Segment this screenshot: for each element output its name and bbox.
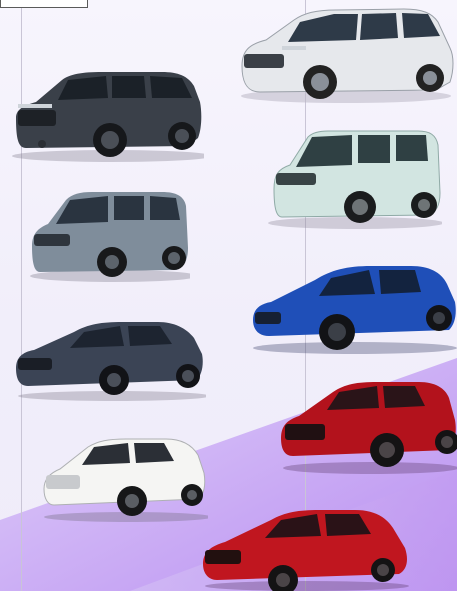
car-sedan-red[interactable] bbox=[201, 506, 411, 591]
car-minivan-steel-blue[interactable] bbox=[28, 190, 190, 282]
car-sedan-dark-slate[interactable] bbox=[14, 318, 206, 402]
car-suv-dark-gray[interactable] bbox=[12, 68, 204, 164]
car-lineup-canvas bbox=[0, 0, 457, 591]
car-crossover-white[interactable] bbox=[42, 435, 208, 523]
car-hatchback-blue[interactable] bbox=[251, 262, 457, 354]
car-van-light-mint[interactable] bbox=[268, 129, 442, 229]
car-minivan-silver[interactable] bbox=[236, 4, 456, 104]
car-crossover-red[interactable] bbox=[279, 378, 457, 476]
top-left-frame bbox=[0, 0, 88, 8]
